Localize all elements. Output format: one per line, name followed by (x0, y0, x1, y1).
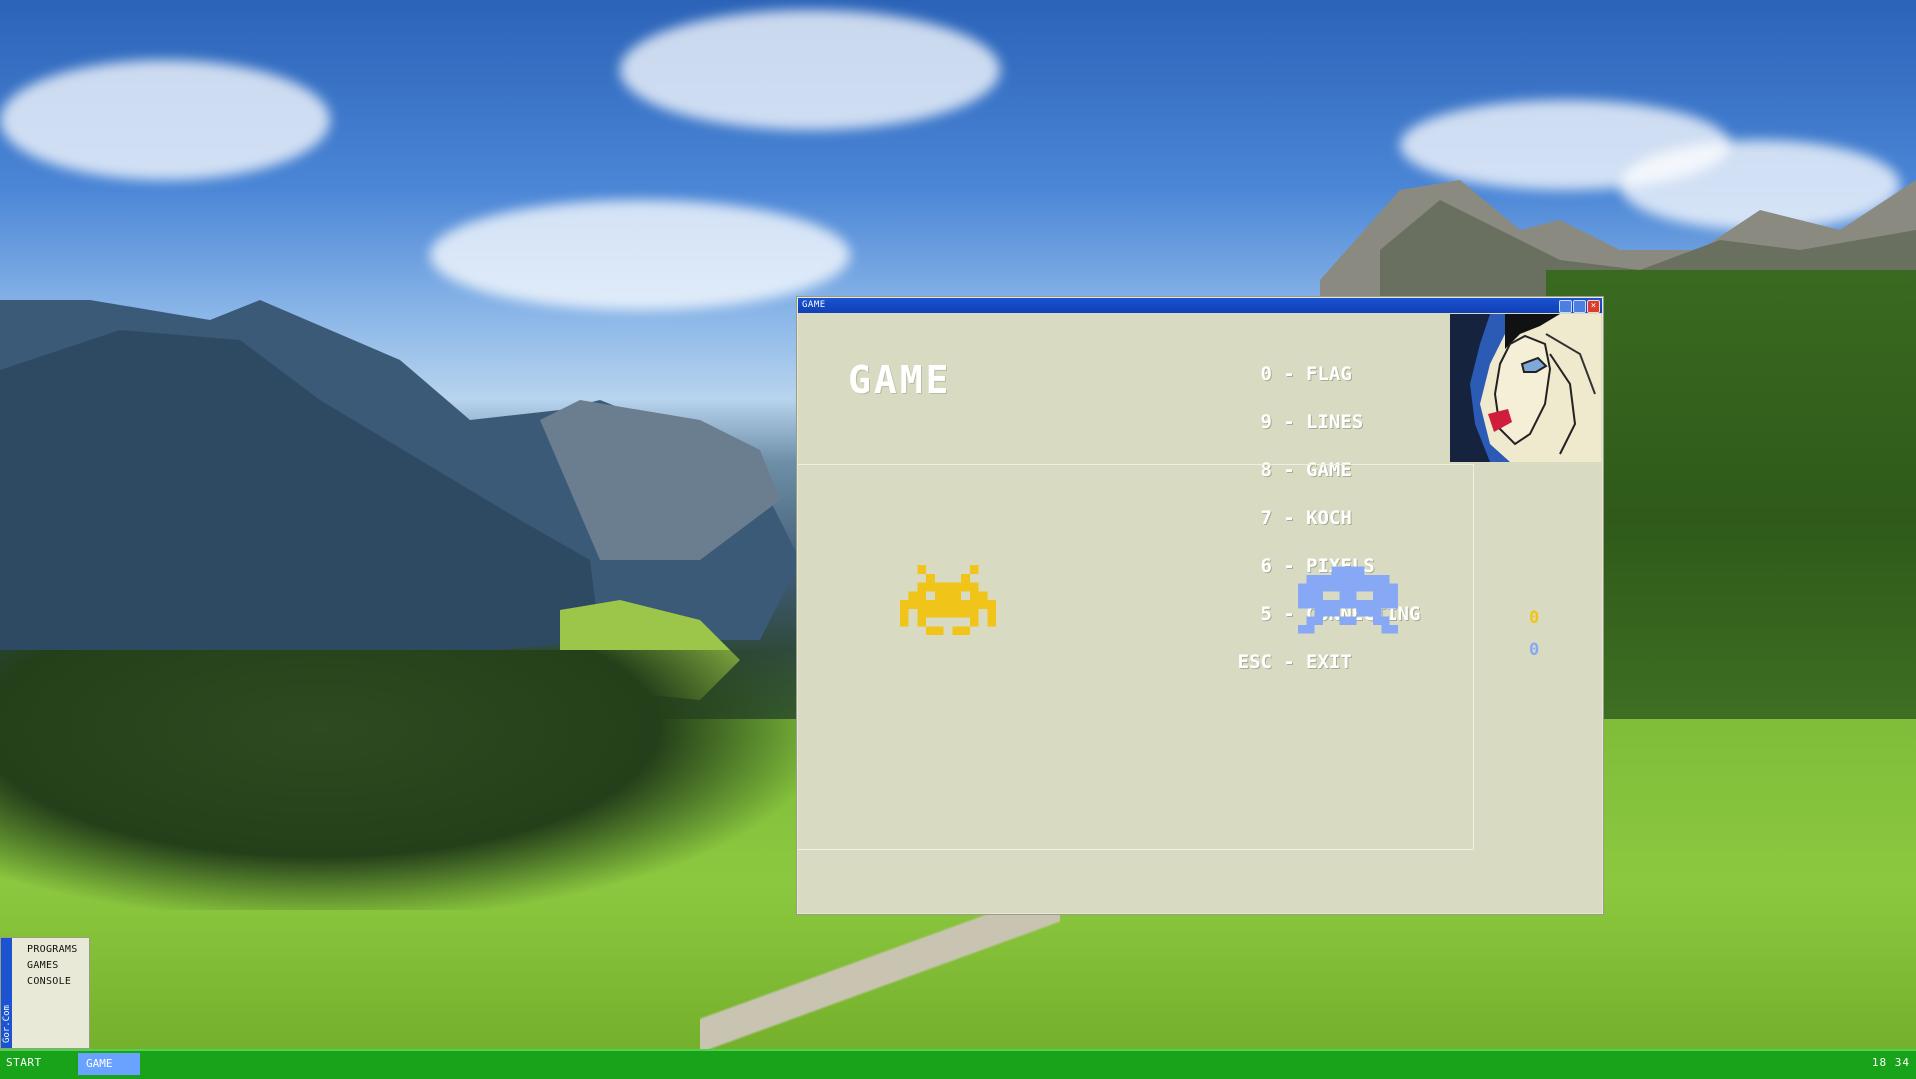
portrait-image (1450, 314, 1601, 462)
start-menu-item-games[interactable]: GAMES (27, 960, 59, 971)
menu-row-lines: 9- LINES (1260, 411, 1364, 433)
forest (0, 650, 800, 910)
portrait-icon (1450, 314, 1601, 462)
menu-row-flag: 0- FLAG (1260, 363, 1352, 385)
game-heading: GAME (848, 358, 952, 402)
start-menu-strip: Gor.Com (1, 938, 12, 1048)
clock: 18 34 (1871, 1056, 1910, 1069)
taskbar: START GAME 18 34 (0, 1049, 1916, 1079)
close-button[interactable]: × (1587, 300, 1600, 313)
start-menu-item-console[interactable]: CONSOLE (27, 976, 71, 987)
window-title: GAME (802, 300, 826, 310)
space-invader-blue-icon (1298, 566, 1398, 634)
game-window[interactable]: GAME × GAME 0- FLAG 9- LINES 8- GAME 7- KOCH… (797, 297, 1603, 914)
maximize-button[interactable] (1573, 300, 1586, 313)
playfield[interactable] (798, 464, 1474, 850)
start-menu-brand: Gor.Com (2, 1005, 12, 1043)
start-menu-item-programs[interactable]: PROGRAMS (27, 944, 78, 955)
player1-score: 0 (1529, 608, 1540, 628)
road (700, 905, 1060, 1049)
space-invader-yellow-icon (899, 565, 997, 635)
minimize-button[interactable] (1559, 300, 1572, 313)
player2-score: 0 (1529, 640, 1540, 660)
window-titlebar[interactable]: GAME × (798, 298, 1602, 313)
taskbar-item-game[interactable]: GAME (78, 1053, 140, 1075)
start-button[interactable]: START (6, 1056, 42, 1069)
start-menu: Gor.Com PROGRAMS GAMES CONSOLE (0, 937, 90, 1049)
